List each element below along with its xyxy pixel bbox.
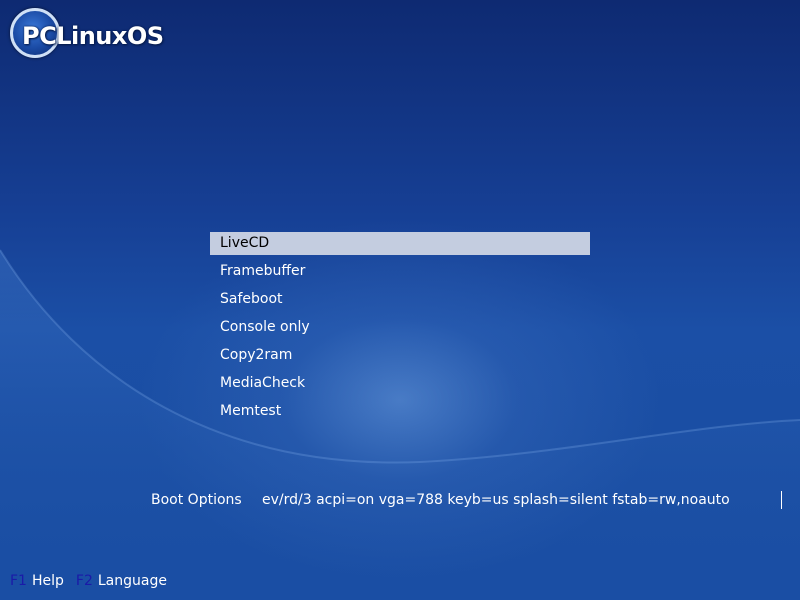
boot-entry-copy2ram[interactable]: Copy2ram [210, 344, 590, 367]
f2-key[interactable]: F2 [76, 573, 93, 589]
boot-options: Boot Options ev/rd/3 acpi=on vga=788 key… [150, 488, 790, 512]
text-cursor [781, 491, 782, 509]
boot-options-input[interactable]: ev/rd/3 acpi=on vga=788 keyb=us splash=s… [262, 488, 786, 512]
boot-entry-memtest[interactable]: Memtest [210, 400, 590, 423]
f1-help-label[interactable]: Help [32, 573, 64, 589]
boot-entry-livecd[interactable]: LiveCD [210, 232, 590, 255]
boot-menu: LiveCD Framebuffer Safeboot Console only… [210, 232, 590, 428]
boot-options-value: ev/rd/3 acpi=on vga=788 keyb=us splash=s… [262, 492, 730, 508]
function-key-bar: F1 Help F2 Language [10, 571, 179, 591]
boot-entry-safeboot[interactable]: Safeboot [210, 288, 590, 311]
pclinuxos-logo: PCLinuxOS [10, 8, 164, 64]
f1-key[interactable]: F1 [10, 573, 27, 589]
logo-text: PCLinuxOS [22, 22, 164, 50]
f2-language-label[interactable]: Language [98, 573, 167, 589]
boot-entry-mediacheck[interactable]: MediaCheck [210, 372, 590, 395]
boot-entry-console-only[interactable]: Console only [210, 316, 590, 339]
boot-options-label: Boot Options [151, 492, 242, 508]
boot-entry-framebuffer[interactable]: Framebuffer [210, 260, 590, 283]
